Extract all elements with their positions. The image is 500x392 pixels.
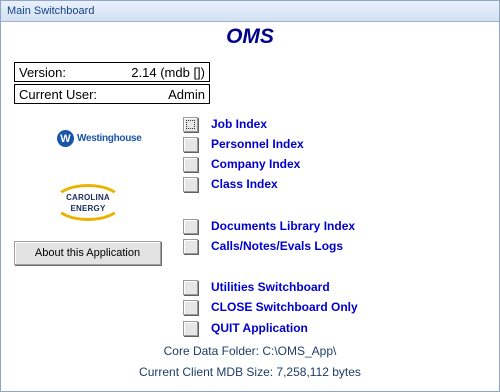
app-title: OMS <box>226 25 274 48</box>
version-label: Version: <box>19 65 66 80</box>
close-switchboard-button[interactable] <box>183 300 198 315</box>
carolina-line2: ENERGY <box>70 204 106 213</box>
personnel-index-label[interactable]: Personnel Index <box>211 137 304 151</box>
personnel-index-button[interactable] <box>183 137 198 152</box>
documents-library-index-label[interactable]: Documents Library Index <box>211 219 355 233</box>
version-value: 2.14 (mdb []) <box>131 65 205 80</box>
company-index-label[interactable]: Company Index <box>211 157 300 171</box>
window-title: Main Switchboard <box>7 5 95 17</box>
carolina-swoosh-icon <box>53 184 123 221</box>
about-application-button[interactable]: About this Application <box>14 241 161 265</box>
job-index-label[interactable]: Job Index <box>211 117 267 131</box>
job-index-button[interactable] <box>183 117 198 132</box>
switchboard-window: Main Switchboard OMS Version: 2.14 (mdb … <box>0 0 500 392</box>
documents-library-index-button[interactable] <box>183 219 198 234</box>
calls-notes-evals-logs-label[interactable]: Calls/Notes/Evals Logs <box>211 239 343 253</box>
class-index-label[interactable]: Class Index <box>211 177 278 191</box>
title-bar[interactable]: Main Switchboard <box>1 1 499 22</box>
client-mdb-size: Current Client MDB Size: 7,258,112 bytes <box>139 365 361 379</box>
calls-notes-evals-logs-button[interactable] <box>183 239 198 254</box>
company-index-button[interactable] <box>183 157 198 172</box>
carolina-line1: CAROLINA <box>66 193 110 202</box>
westinghouse-symbol-icon: W <box>57 130 74 147</box>
quit-application-button[interactable] <box>183 321 198 336</box>
carolina-energy-logo: CAROLINA ENERGY <box>53 184 123 221</box>
westinghouse-logo: W Westinghouse <box>57 130 142 147</box>
class-index-button[interactable] <box>183 177 198 192</box>
current-user-box: Current User: Admin <box>14 84 210 104</box>
close-switchboard-label[interactable]: CLOSE Switchboard Only <box>211 300 358 314</box>
current-user-label: Current User: <box>19 87 98 102</box>
utilities-switchboard-label[interactable]: Utilities Switchboard <box>211 280 330 294</box>
current-user-value: Admin <box>168 87 205 102</box>
core-data-folder: Core Data Folder: C:\OMS_App\ <box>163 344 337 358</box>
version-box: Version: 2.14 (mdb []) <box>14 62 210 82</box>
quit-application-label[interactable]: QUIT Application <box>211 321 308 335</box>
westinghouse-wordmark: Westinghouse <box>77 133 142 144</box>
utilities-switchboard-button[interactable] <box>183 280 198 295</box>
